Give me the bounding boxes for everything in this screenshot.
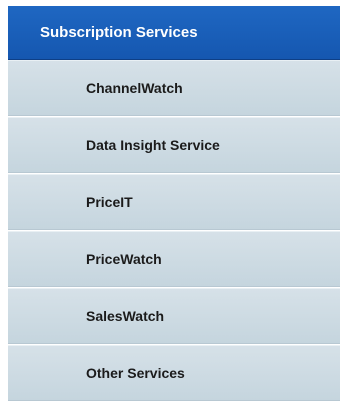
menu-list: ChannelWatch Data Insight Service PriceI…: [8, 60, 340, 401]
menu-item-other-services[interactable]: Other Services: [8, 345, 340, 401]
menu-item-priceit[interactable]: PriceIT: [8, 174, 340, 230]
menu-item-saleswatch[interactable]: SalesWatch: [8, 288, 340, 344]
menu-item-pricewatch[interactable]: PriceWatch: [8, 231, 340, 287]
menu-item-channelwatch[interactable]: ChannelWatch: [8, 60, 340, 116]
menu-header-subscription-services[interactable]: Subscription Services: [8, 6, 340, 60]
subscription-services-menu: Subscription Services ChannelWatch Data …: [8, 6, 340, 401]
menu-item-data-insight-service[interactable]: Data Insight Service: [8, 117, 340, 173]
